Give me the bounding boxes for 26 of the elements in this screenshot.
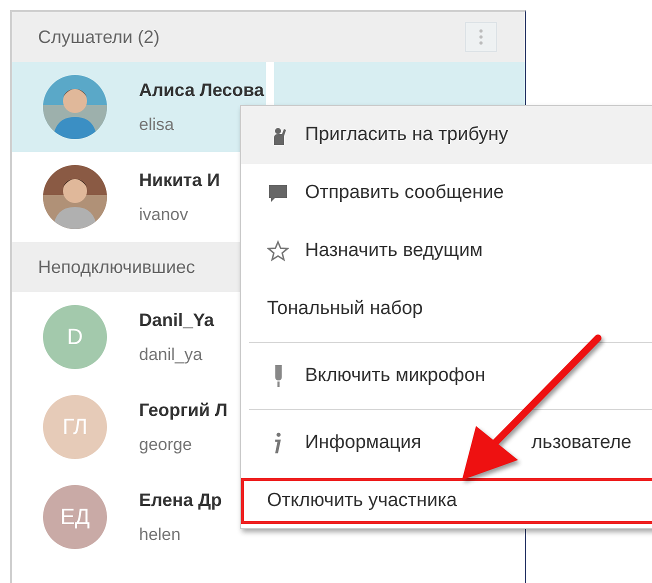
- section-title: Неподключившиес: [38, 256, 196, 278]
- message-icon: [267, 182, 289, 204]
- info-icon: [274, 432, 282, 454]
- menu-item[interactable]: Отключить участника: [241, 478, 652, 524]
- participant-name: Георгий Л: [139, 400, 228, 420]
- participant-login: helen: [139, 524, 182, 544]
- section-title: Слушатели (2): [38, 26, 160, 48]
- menu-item-label: льзователе: [531, 432, 632, 454]
- avatar: D: [43, 305, 107, 369]
- menu-item[interactable]: Пригласить на трибуну: [241, 106, 652, 164]
- more-button[interactable]: [465, 22, 497, 52]
- participant-name: Danil_Ya: [139, 310, 214, 330]
- participant-login: danil_ya: [139, 344, 204, 364]
- participant-name: Никита И: [139, 170, 220, 190]
- participant-name: Алиса Лесова: [139, 80, 264, 100]
- avatar: ЕД: [43, 485, 107, 549]
- participant-login: elisa: [139, 114, 175, 134]
- participant-row[interactable]: Алиса Лесова elisa: [12, 62, 266, 152]
- participant-name: Елена Др: [139, 490, 222, 510]
- participant-login: george: [139, 434, 193, 454]
- menu-item-label: Информация: [305, 432, 422, 454]
- star-icon: [267, 240, 289, 262]
- more-icon: [479, 29, 483, 45]
- participant-login: ivanov: [139, 204, 190, 224]
- microphone-icon: [274, 365, 282, 387]
- avatar: ГЛ: [43, 395, 107, 459]
